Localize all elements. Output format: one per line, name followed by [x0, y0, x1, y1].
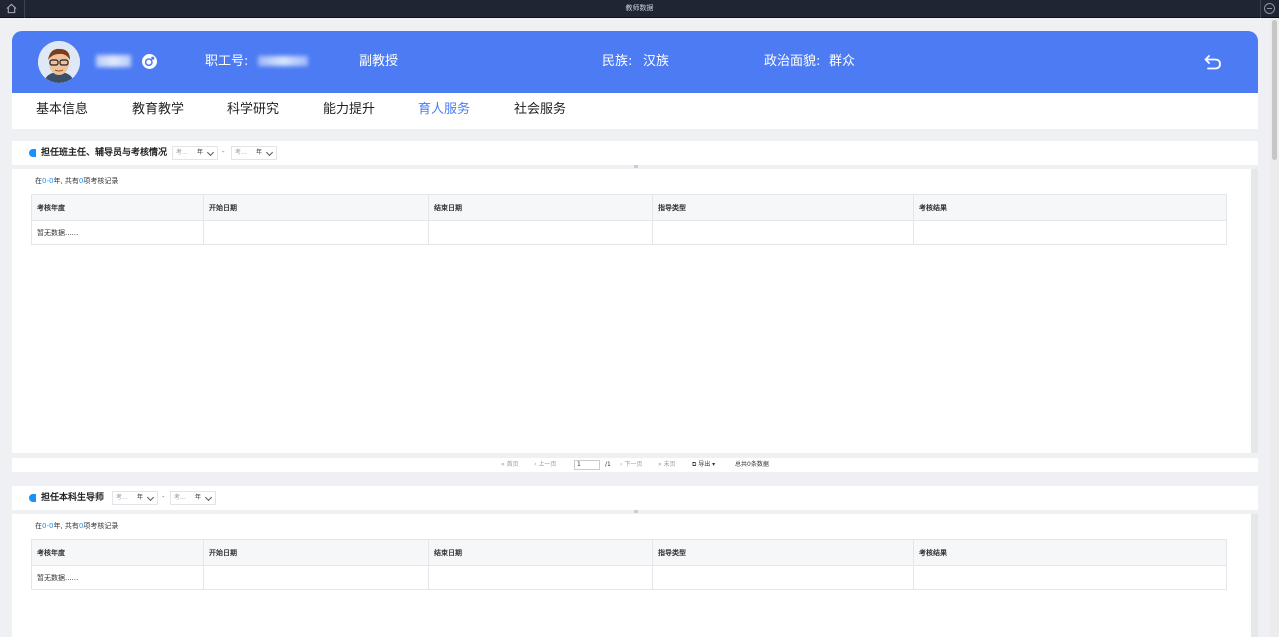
scrollbar-thumb[interactable]: [1272, 20, 1277, 160]
column-header[interactable]: 结束日期: [428, 539, 653, 566]
pagination-bar: « 首页 ‹ 上一页 1 /1 › 下一页 » 末页 ⧉ 导出 ▾ 总共0条数据: [12, 458, 1258, 472]
section-title: 担任班主任、辅导员与考核情况: [41, 148, 168, 158]
name-redacted: [96, 55, 131, 67]
end-year-placeholder: 考...: [235, 149, 247, 156]
first-page-button[interactable]: « 首页: [501, 461, 519, 469]
section-title: 担任本科生导师: [41, 493, 105, 503]
export-button[interactable]: ⧉ 导出 ▾: [692, 461, 715, 469]
prev-page-button[interactable]: ‹ 上一页: [534, 461, 556, 469]
start-year-placeholder: 考...: [116, 494, 128, 501]
column-header[interactable]: 考核年度: [31, 194, 204, 221]
table-header-row: 考核年度 开始日期 结束日期 指导类型 考核结果: [31, 194, 1227, 221]
table-cell: [913, 220, 1227, 245]
records-panel: 在0-0年, 共有0项考核记录 考核年度 开始日期 结束日期 指导类型 考核结果…: [12, 514, 1258, 637]
year-suffix: 年: [255, 149, 262, 156]
chevron-down-icon: [204, 493, 213, 502]
tab-teaching[interactable]: 教育教学: [132, 101, 184, 119]
column-header[interactable]: 开始日期: [203, 539, 429, 566]
page-scrollbar[interactable]: [1270, 18, 1279, 637]
page-number-input[interactable]: 1: [574, 460, 600, 470]
male-icon: [142, 54, 157, 69]
avatar: [38, 41, 80, 83]
tab-research[interactable]: 科学研究: [227, 101, 279, 119]
column-header[interactable]: 考核年度: [31, 539, 204, 566]
table-cell: [652, 565, 914, 590]
start-year-placeholder: 考...: [176, 149, 188, 156]
column-header[interactable]: 考核结果: [913, 194, 1227, 221]
titlebar-divider: [1260, 0, 1261, 18]
window-title: 教师数据: [625, 4, 654, 12]
political-value: 群众: [829, 54, 856, 69]
end-year-select[interactable]: 考... 年: [231, 146, 277, 160]
political-label: 政治面貌:: [764, 54, 821, 69]
chevron-down-icon: [265, 148, 274, 157]
records-table: 考核年度 开始日期 结束日期 指导类型 考核结果 暂无数据......: [31, 194, 1227, 245]
window-titlebar: 教师数据: [0, 0, 1279, 18]
tab-social-service[interactable]: 社会服务: [514, 101, 566, 119]
record-count: 在0-0年, 共有0项考核记录: [35, 522, 119, 530]
minimize-icon[interactable]: [1264, 3, 1275, 14]
section-header-undergrad-mentor: 担任本科生导师 考... 年 - 考... 年: [12, 486, 1258, 510]
column-header[interactable]: 考核结果: [913, 539, 1227, 566]
last-page-button[interactable]: » 末页: [658, 461, 676, 469]
job-title: 副教授: [359, 54, 399, 69]
table-cell: [203, 220, 429, 245]
tab-bar: 基本信息 教育教学 科学研究 能力提升 育人服务 社会服务: [12, 93, 1258, 129]
end-year-placeholder: 考...: [174, 494, 186, 501]
table-cell: [913, 565, 1227, 590]
column-header[interactable]: 指导类型: [652, 194, 914, 221]
staff-id-redacted: [258, 56, 308, 66]
column-header[interactable]: 结束日期: [428, 194, 653, 221]
year-suffix: 年: [136, 494, 143, 501]
table-cell: [428, 565, 653, 590]
ethnicity-value: 汉族: [643, 54, 670, 69]
chevron-down-icon: [146, 493, 155, 502]
table-cell: [652, 220, 914, 245]
table-row: 暂无数据......: [31, 565, 1227, 590]
total-pages: /1: [605, 461, 611, 468]
section-marker-icon: [29, 149, 36, 157]
records-panel: 在0-0年, 共有0项考核记录 考核年度 开始日期 结束日期 指导类型 考核结果…: [12, 169, 1258, 453]
ethnicity-label: 民族:: [602, 54, 633, 69]
chevron-down-icon: [206, 148, 215, 157]
column-header[interactable]: 开始日期: [203, 194, 429, 221]
table-cell: [203, 565, 429, 590]
empty-text: 暂无数据......: [31, 565, 204, 590]
column-header[interactable]: 指导类型: [652, 539, 914, 566]
staff-id-label: 职工号:: [205, 54, 249, 69]
table-row: 暂无数据......: [31, 220, 1227, 245]
profile-banner: 职工号: 副教授 民族: 汉族 政治面貌: 群众: [12, 31, 1258, 93]
range-separator: -: [162, 493, 165, 501]
section-marker-icon: [29, 494, 36, 502]
resize-handle[interactable]: [634, 510, 638, 513]
start-year-select[interactable]: 考... 年: [112, 491, 158, 505]
year-suffix: 年: [196, 149, 203, 156]
tab-basic-info[interactable]: 基本信息: [36, 101, 88, 119]
tab-ability[interactable]: 能力提升: [323, 101, 375, 119]
table-cell: [428, 220, 653, 245]
resize-handle[interactable]: [634, 165, 638, 168]
table-header-row: 考核年度 开始日期 结束日期 指导类型 考核结果: [31, 539, 1227, 566]
next-page-button[interactable]: › 下一页: [620, 461, 642, 469]
year-suffix: 年: [194, 494, 201, 501]
total-records: 总共0条数据: [735, 461, 769, 468]
tab-student-service[interactable]: 育人服务: [418, 101, 470, 119]
end-year-select[interactable]: 考... 年: [170, 491, 216, 505]
record-count: 在0-0年, 共有0项考核记录: [35, 177, 119, 185]
records-table: 考核年度 开始日期 结束日期 指导类型 考核结果 暂无数据......: [31, 539, 1227, 590]
section-header-class-advisor: 担任班主任、辅导员与考核情况 考... 年 - 考... 年: [12, 141, 1258, 165]
empty-text: 暂无数据......: [31, 220, 204, 245]
range-separator: -: [222, 148, 225, 156]
undo-icon[interactable]: [1202, 51, 1224, 73]
start-year-select[interactable]: 考... 年: [172, 146, 218, 160]
